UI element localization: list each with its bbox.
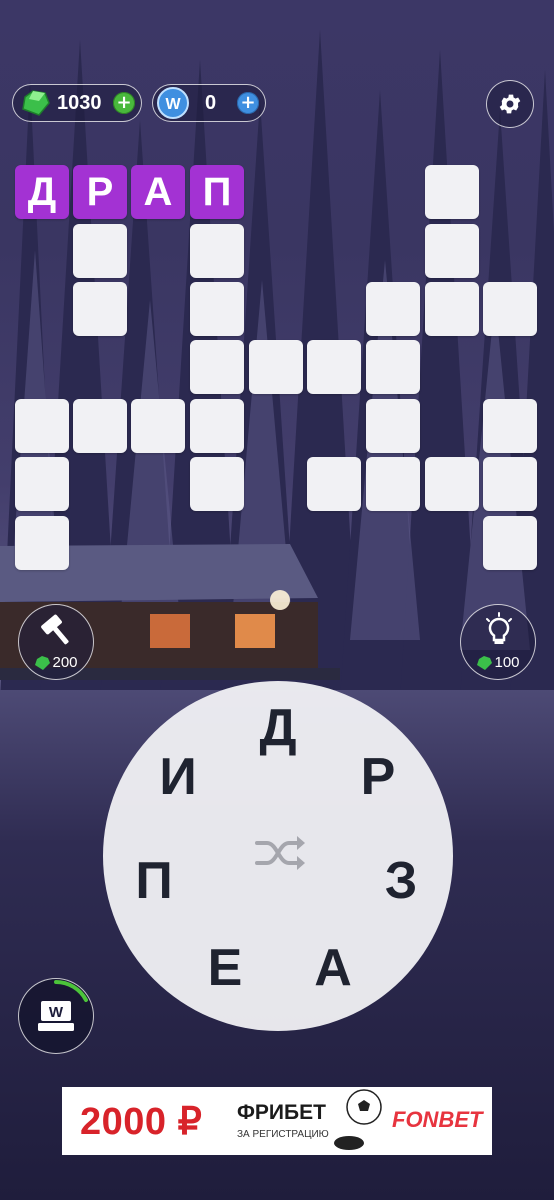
gems-counter: 1030 +: [12, 84, 142, 122]
w-chest-icon: W: [38, 1001, 74, 1031]
empty-cell: [190, 224, 244, 278]
shuffle-icon[interactable]: [253, 833, 307, 873]
solved-cell: А: [131, 165, 185, 219]
empty-cell: [15, 399, 69, 453]
ad-title: ФРИБЕТ: [237, 1101, 326, 1124]
hammer-icon: [41, 614, 69, 645]
empty-cell: [190, 282, 244, 336]
empty-cell: [190, 340, 244, 394]
empty-cell: [483, 282, 537, 336]
settings-button[interactable]: [486, 80, 534, 128]
wheel-letter[interactable]: П: [124, 851, 184, 911]
wheel-letter[interactable]: А: [303, 938, 363, 998]
lightbulb-icon: [486, 612, 512, 644]
hint-booster-button[interactable]: 100: [460, 604, 536, 680]
empty-cell: [73, 282, 127, 336]
empty-cell: [425, 224, 479, 278]
wheel-letter[interactable]: Р: [348, 747, 408, 807]
empty-cell: [15, 457, 69, 511]
wheel-letter[interactable]: И: [148, 747, 208, 807]
empty-cell: [483, 457, 537, 511]
solved-cell: Р: [73, 165, 127, 219]
gem-icon: [35, 655, 51, 670]
ad-banner[interactable]: 2000 ₽ ФРИБЕТ ЗА РЕГИСТРАЦИЮ FONBET: [62, 1087, 492, 1155]
daily-reward-button[interactable]: W: [18, 978, 94, 1054]
empty-cell: [483, 399, 537, 453]
gems-count: 1030: [57, 91, 102, 114]
empty-cell: [425, 165, 479, 219]
empty-cell: [307, 340, 361, 394]
hockey-puck-icon: [334, 1136, 364, 1150]
empty-cell: [366, 457, 420, 511]
empty-cell: [483, 516, 537, 570]
empty-cell: [73, 224, 127, 278]
empty-cell: [366, 282, 420, 336]
empty-cell: [425, 457, 479, 511]
w-coin-icon: W: [157, 87, 189, 119]
empty-cell: [366, 399, 420, 453]
gear-icon: [499, 94, 521, 114]
ad-subtitle: ЗА РЕГИСТРАЦИЮ: [237, 1129, 329, 1140]
hint-cost: 100: [461, 654, 535, 671]
empty-cell: [190, 457, 244, 511]
add-coins-button[interactable]: +: [237, 92, 259, 114]
wheel-letter[interactable]: Д: [248, 698, 308, 758]
empty-cell: [366, 340, 420, 394]
empty-cell: [131, 399, 185, 453]
hammer-booster-button[interactable]: 200: [18, 604, 94, 680]
empty-cell: [190, 399, 244, 453]
empty-cell: [307, 457, 361, 511]
add-gems-button[interactable]: +: [113, 92, 135, 114]
gem-icon: [22, 90, 50, 116]
coins-count: 0: [205, 91, 217, 114]
empty-cell: [73, 399, 127, 453]
coins-counter: W 0 +: [152, 84, 266, 122]
empty-cell: [15, 516, 69, 570]
hammer-cost: 200: [19, 654, 93, 671]
wheel-letter[interactable]: Е: [195, 938, 255, 998]
hammer-cost-value: 200: [52, 654, 78, 671]
svg-text:W: W: [165, 96, 181, 113]
solved-cell: Д: [15, 165, 69, 219]
wheel-letter[interactable]: З: [371, 851, 431, 911]
ad-brand: FONBET: [392, 1107, 483, 1132]
gem-icon: [477, 655, 493, 670]
svg-text:W: W: [49, 1004, 64, 1021]
soccer-ball-icon: [346, 1089, 382, 1125]
empty-cell: [425, 282, 479, 336]
solved-cell: П: [190, 165, 244, 219]
ad-amount: 2000 ₽: [80, 1101, 203, 1143]
hint-cost-value: 100: [494, 654, 520, 671]
empty-cell: [249, 340, 303, 394]
